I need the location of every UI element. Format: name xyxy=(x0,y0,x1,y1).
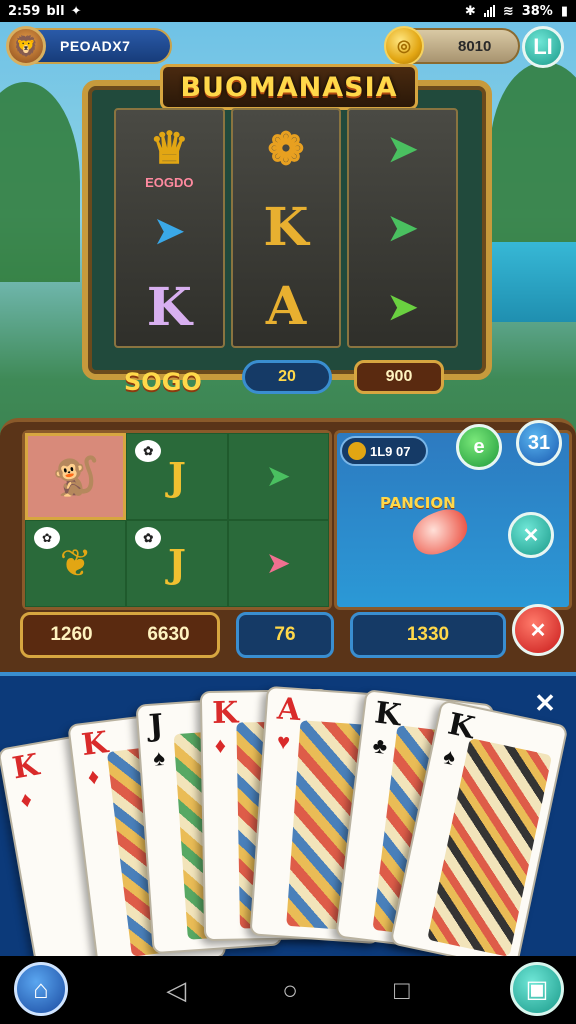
letter-a-symbol: A xyxy=(265,276,307,338)
bluetooth-icon: ✱ xyxy=(464,3,476,19)
game-title-plate: BUOMANASIA xyxy=(160,64,418,110)
pond-chip: 1L9 07 xyxy=(340,436,428,466)
symbol-caption: EOGDO xyxy=(145,175,194,191)
green-fish-symbol: ➤ xyxy=(387,285,418,328)
close-icon[interactable]: ✕ xyxy=(530,688,560,718)
chat-bubble-icon: ✿ xyxy=(34,527,60,549)
score-left-b: 6630 xyxy=(147,624,190,645)
pond-chip-value: 1L9 07 xyxy=(370,443,411,459)
card-suit-icon: ♠ xyxy=(152,744,166,771)
status-bar: 2:59 bll ✦ ✱ ≋ 38% ▮ xyxy=(0,0,576,22)
coin-icon: ◎ xyxy=(384,26,424,66)
bet-label: SOGO xyxy=(124,368,202,396)
avatar-icon[interactable]: 🦁 xyxy=(6,26,46,66)
card-rank: J xyxy=(147,707,165,744)
slot-reels: ♛ EOGDO ➤ K ❁ K A ➤ ➤ ➤ xyxy=(114,108,458,348)
symbol-board: 🐒 J ✿ ➤ ❦ ✿ J ✿ ➤ xyxy=(22,430,332,610)
window-icon[interactable]: ▣ xyxy=(510,962,564,1016)
status-carrier: bll xyxy=(46,3,65,19)
letter-k-gold-symbol: K xyxy=(263,197,309,259)
card-suit-icon: ♠ xyxy=(441,743,458,771)
card-rank: A xyxy=(276,691,302,729)
green-fish-symbol: ➤ xyxy=(387,206,418,249)
reel-1: ♛ EOGDO ➤ K xyxy=(114,108,225,348)
coin-icon xyxy=(348,442,366,460)
board-cell-monkey[interactable]: 🐒 xyxy=(25,433,127,520)
score-panel-mid: 76 xyxy=(236,612,334,658)
card-suit-icon: ♥ xyxy=(276,728,291,755)
signal-icon xyxy=(483,5,495,17)
back-icon[interactable]: ◁ xyxy=(166,975,186,1006)
close-red-button[interactable]: ✕ xyxy=(512,604,564,656)
score-panel-left: 1260 6630 xyxy=(20,612,220,658)
close-small-button[interactable]: ✕ xyxy=(508,512,554,558)
battery-percent: 38% xyxy=(521,3,553,19)
win-value-display: 900 xyxy=(354,360,444,394)
tiki-mask-symbol: ♛ xyxy=(149,122,190,174)
card-suit-icon: ♦ xyxy=(18,786,34,813)
bet-value-display[interactable]: 20 xyxy=(242,360,332,394)
home-icon[interactable]: ⌂ xyxy=(14,962,68,1016)
home-nav-icon[interactable]: ○ xyxy=(282,975,298,1006)
lotus-symbol: ❁ xyxy=(267,123,305,175)
letter-k-symbol: K xyxy=(146,277,192,339)
coin-balance[interactable]: ◎ 8010 xyxy=(384,26,520,66)
player-panel[interactable]: 🦁 PEOADX7 xyxy=(6,26,172,66)
card-suit-icon: ♣ xyxy=(371,732,389,759)
card-rank: K xyxy=(211,695,239,731)
score-left-a: 1260 xyxy=(50,624,93,645)
status-time: 2:59 xyxy=(8,3,41,19)
palm-right xyxy=(490,62,576,242)
board-cell-mermaid[interactable]: ❦ ✿ xyxy=(25,520,127,607)
board-cell-letter-j-2[interactable]: J ✿ xyxy=(126,520,228,607)
reel-3: ➤ ➤ ➤ xyxy=(347,108,458,348)
card-art xyxy=(427,738,553,956)
player-name: PEOADX7 xyxy=(60,38,131,54)
notification-icon: ✦ xyxy=(70,3,82,19)
chat-bubble-icon: ✿ xyxy=(135,440,162,462)
board-cell-letter-j[interactable]: J ✿ xyxy=(126,433,228,520)
card-rank: K xyxy=(79,725,110,764)
card-suit-icon: ♦ xyxy=(86,763,101,790)
game-title: BUOMANASIA xyxy=(180,71,398,103)
card-hand-panel: K ♦ K ♦ J ♠ K ♦ A ♥ K ♣ K ♠ xyxy=(0,672,576,956)
system-nav-bar: ◁ ○ □ xyxy=(0,956,576,1024)
palm-left xyxy=(0,82,80,282)
chat-bubble-icon: ✿ xyxy=(135,527,162,549)
e-button[interactable]: e xyxy=(456,424,502,470)
wifi-icon: ≋ xyxy=(502,3,514,19)
blue-fish-symbol: ➤ xyxy=(154,209,185,252)
count-31-button[interactable]: 31 xyxy=(516,420,562,466)
score-panel-right: 1330 xyxy=(350,612,506,658)
board-cell-fish[interactable]: ➤ xyxy=(227,433,329,520)
board-cell-pink-fish[interactable]: ➤ xyxy=(227,520,329,607)
card-suit-icon: ♦ xyxy=(214,732,227,758)
reel-2: ❁ K A xyxy=(230,108,342,348)
card-rank: K xyxy=(9,747,42,787)
recents-icon[interactable]: □ xyxy=(394,975,410,1006)
battery-icon: ▮ xyxy=(560,3,568,19)
score-right: 1330 xyxy=(406,624,450,645)
coin-amount: 8010 xyxy=(458,37,492,55)
green-fish-symbol: ➤ xyxy=(387,128,418,171)
score-mid: 76 xyxy=(274,624,296,645)
menu-button[interactable]: LI xyxy=(522,26,564,68)
